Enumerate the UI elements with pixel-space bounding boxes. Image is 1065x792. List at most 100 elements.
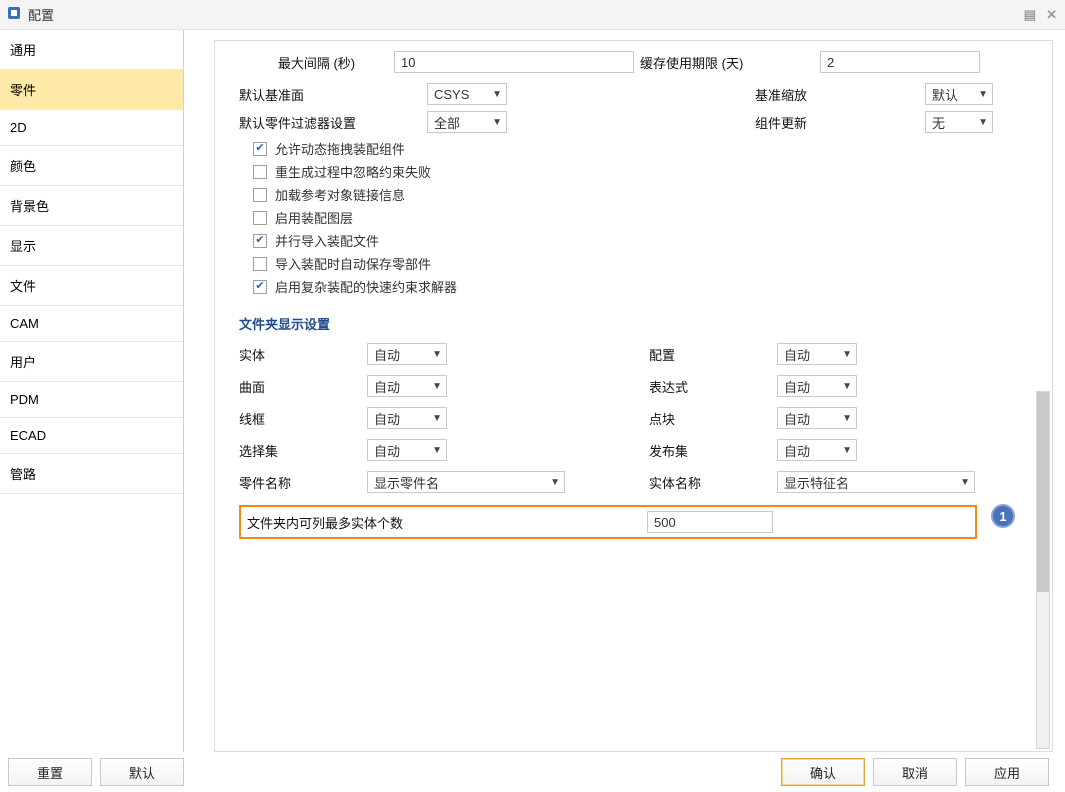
max-entities-label: 文件夹内可列最多实体个数 [247,513,647,532]
component-update-value: 无 [932,113,945,132]
solidname-label: 实体名称 [649,473,777,492]
wire-combo[interactable]: 自动▼ [367,407,447,429]
chevron-down-icon: ▼ [960,477,970,488]
sidebar-item[interactable]: 文件 [0,266,183,306]
scrollbar[interactable] [1036,391,1050,749]
chevron-down-icon: ▼ [432,349,442,360]
sidebar-item[interactable]: ECAD [0,418,183,454]
sidebar: 通用零件2D颜色背景色显示文件CAM用户PDMECAD管路 [0,30,184,752]
chevron-down-icon: ▼ [842,445,852,456]
max-interval-label: 最大间隔 (秒) [239,53,394,72]
chevron-down-icon: ▼ [432,381,442,392]
checkbox-label: 启用装配图层 [275,208,353,227]
checkbox-label: 导入装配时自动保存零部件 [275,254,431,273]
checkbox-row[interactable]: 重生成过程中忽略约束失败 [253,162,1028,181]
surface-label: 曲面 [239,377,367,396]
titlebar: 配置 ▤ ✕ [0,0,1065,30]
pubset-combo[interactable]: 自动▼ [777,439,857,461]
solid-combo[interactable]: 自动▼ [367,343,447,365]
cancel-button[interactable]: 取消 [873,758,957,786]
sidebar-item[interactable]: 2D [0,110,183,146]
body: 通用零件2D颜色背景色显示文件CAM用户PDMECAD管路 最大间隔 (秒) 缓… [0,30,1065,752]
checkbox-icon[interactable] [253,165,267,179]
checkbox-row[interactable]: 加载参考对象链接信息 [253,185,1028,204]
datum-scale-value: 默认 [932,85,958,104]
checkbox-label: 启用复杂装配的快速约束求解器 [275,277,457,296]
content: 最大间隔 (秒) 缓存使用期限 (天) 默认基准面 CSYS ▼ 基准缩放 默认… [184,30,1065,752]
component-update-combo[interactable]: 无 ▼ [925,111,993,133]
component-update-label: 组件更新 [755,113,925,132]
checkbox-icon[interactable] [253,211,267,225]
surface-combo[interactable]: 自动▼ [367,375,447,397]
checkbox-row[interactable]: 导入装配时自动保存零部件 [253,254,1028,273]
checkbox-icon[interactable] [253,257,267,271]
filter-label: 默认零件过滤器设置 [239,113,427,132]
selset-label: 选择集 [239,441,367,460]
footer: 重置 默认 确认 取消 应用 [0,752,1065,792]
window-title: 配置 [28,5,54,24]
cache-days-input[interactable] [820,51,980,73]
sidebar-item[interactable]: 零件 [0,70,183,110]
checkbox-label: 重生成过程中忽略约束失败 [275,162,431,181]
sidebar-item[interactable]: PDM [0,382,183,418]
default-datum-label: 默认基准面 [239,85,427,104]
default-button[interactable]: 默认 [100,758,184,786]
scrollbar-thumb[interactable] [1037,392,1049,592]
checkbox-label: 加载参考对象链接信息 [275,185,405,204]
checkbox-icon[interactable] [253,188,267,202]
sidebar-item[interactable]: 显示 [0,226,183,266]
checkbox-row[interactable]: 启用装配图层 [253,208,1028,227]
sidebar-item[interactable]: CAM [0,306,183,342]
reset-button[interactable]: 重置 [8,758,92,786]
sidebar-item[interactable]: 通用 [0,30,183,70]
checkbox-group: ✔ 允许动态拖拽装配组件重生成过程中忽略约束失败加载参考对象链接信息启用装配图层 ✔… [239,139,1028,296]
checkbox-row[interactable]: ✔ 启用复杂装配的快速约束求解器 [253,277,1028,296]
folder-section-title: 文件夹显示设置 [239,314,1028,333]
max-entities-input[interactable] [647,511,773,533]
filter-value: 全部 [434,113,460,132]
sidebar-item[interactable]: 颜色 [0,146,183,186]
filter-combo[interactable]: 全部 ▼ [427,111,507,133]
block-combo[interactable]: 自动▼ [777,407,857,429]
checkbox-icon[interactable]: ✔ [253,280,267,294]
max-entities-highlight: 文件夹内可列最多实体个数 [239,505,977,539]
sidebar-item[interactable]: 背景色 [0,186,183,226]
datum-scale-combo[interactable]: 默认 ▼ [925,83,993,105]
max-interval-input[interactable] [394,51,634,73]
chevron-down-icon: ▼ [842,413,852,424]
chevron-down-icon: ▼ [550,477,560,488]
config-label: 配置 [649,345,777,364]
checkbox-row[interactable]: ✔ 允许动态拖拽装配组件 [253,139,1028,158]
chevron-down-icon: ▼ [978,89,988,100]
chevron-down-icon: ▼ [432,445,442,456]
expr-combo[interactable]: 自动▼ [777,375,857,397]
chevron-down-icon: ▼ [432,413,442,424]
checkbox-label: 允许动态拖拽装配组件 [275,139,405,158]
app-icon [6,5,22,24]
checkbox-row[interactable]: ✔并行导入装配文件 [253,231,1028,250]
callout-badge: 1 [991,504,1015,528]
selset-combo[interactable]: 自动▼ [367,439,447,461]
solidname-combo[interactable]: 显示特征名▼ [777,471,975,493]
checkbox-icon[interactable]: ✔ [253,234,267,248]
datum-scale-label: 基准缩放 [755,85,925,104]
apply-button[interactable]: 应用 [965,758,1049,786]
chevron-down-icon: ▼ [842,349,852,360]
config-combo[interactable]: 自动▼ [777,343,857,365]
chevron-down-icon: ▼ [978,117,988,128]
block-label: 点块 [649,409,777,428]
sidebar-item[interactable]: 用户 [0,342,183,382]
partname-combo[interactable]: 显示零件名▼ [367,471,565,493]
settings-panel: 最大间隔 (秒) 缓存使用期限 (天) 默认基准面 CSYS ▼ 基准缩放 默认… [214,40,1053,752]
close-icon[interactable]: ✕ [1046,7,1057,23]
default-datum-combo[interactable]: CSYS ▼ [427,83,507,105]
ok-button[interactable]: 确认 [781,758,865,786]
folder-grid: 实体 自动▼ 配置 自动▼ 曲面 自动▼ 表达式 自动▼ 线框 自动▼ 点块 自… [239,343,1028,461]
partname-label: 零件名称 [239,473,367,492]
expr-label: 表达式 [649,377,777,396]
checkbox-icon[interactable]: ✔ [253,142,267,156]
help-icon[interactable]: ▤ [1024,7,1036,23]
cache-days-label: 缓存使用期限 (天) [640,53,820,72]
solid-label: 实体 [239,345,367,364]
sidebar-item[interactable]: 管路 [0,454,183,494]
